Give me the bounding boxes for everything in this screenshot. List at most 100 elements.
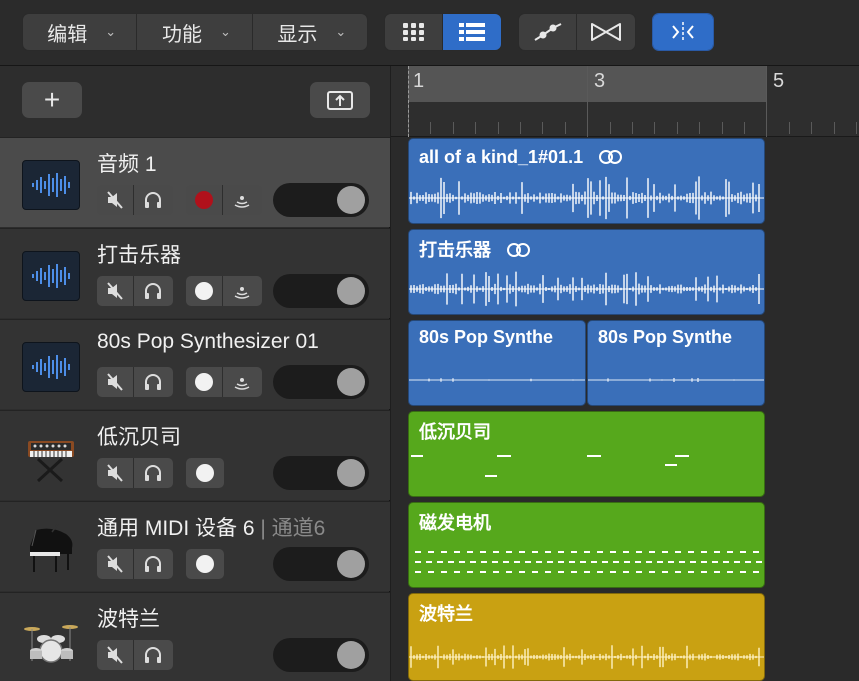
ruler-tick — [766, 122, 768, 134]
volume-knob[interactable] — [337, 459, 365, 487]
record-dot-icon — [195, 191, 213, 209]
midi-note — [646, 561, 652, 563]
speaker-muted-icon — [107, 191, 123, 209]
volume-knob[interactable] — [337, 550, 365, 578]
volume-slider[interactable] — [273, 547, 369, 581]
track-name[interactable]: 低沉贝司 — [97, 421, 181, 451]
midi-note — [558, 571, 564, 573]
track-name[interactable]: 打击乐器 — [97, 239, 181, 269]
automation-button[interactable] — [519, 14, 577, 50]
record-dot-icon — [195, 373, 213, 391]
catch-playhead-icon — [672, 22, 694, 42]
timeline-ruler[interactable]: 1 3 5 — [391, 66, 859, 137]
mute-button[interactable] — [97, 640, 134, 670]
audio-region[interactable]: all of a kind_1#01.1 — [408, 138, 765, 224]
volume-knob[interactable] — [337, 368, 365, 396]
midi-note — [411, 455, 423, 457]
ruler-tick — [699, 122, 701, 134]
midi-note — [415, 551, 421, 553]
midi-note — [753, 571, 759, 573]
mute-button[interactable] — [97, 367, 134, 397]
midi-note — [481, 561, 487, 563]
midi-note — [597, 571, 603, 573]
midi-note — [701, 571, 707, 573]
headphones-icon — [144, 283, 161, 299]
mute-button[interactable] — [97, 185, 134, 215]
catch-playhead-button[interactable] — [653, 14, 713, 50]
waveform — [588, 378, 764, 382]
add-track-button[interactable]: + — [22, 82, 82, 118]
input-monitor-button[interactable] — [223, 276, 260, 306]
track-row[interactable]: 低沉贝司 — [0, 410, 390, 500]
track-name[interactable]: 音频 1 — [97, 148, 157, 178]
volume-slider[interactable] — [273, 274, 369, 308]
track-channel-label: | 通道6 — [254, 517, 326, 540]
midi-note — [437, 561, 443, 563]
volume-slider[interactable] — [273, 638, 369, 672]
track-name[interactable]: 通用 MIDI 设备 6 | 通道6 — [97, 512, 325, 542]
solo-button[interactable] — [134, 458, 171, 488]
edit-menu-button[interactable]: 编辑 ⌄ — [23, 14, 138, 50]
grid-view-button[interactable] — [385, 14, 443, 50]
tracks-area[interactable]: 1 3 5 all of a kind_1#01.1 打击乐器 80s Pop … — [391, 66, 859, 681]
track-name[interactable]: 80s Pop Synthesizer 01 — [97, 330, 319, 354]
volume-knob[interactable] — [337, 186, 365, 214]
waveform — [409, 176, 764, 220]
track-row[interactable]: 通用 MIDI 设备 6 | 通道6 — [0, 501, 390, 591]
volume-knob[interactable] — [337, 277, 365, 305]
mute-button[interactable] — [97, 458, 134, 488]
track-row[interactable]: 音频 1 — [0, 137, 390, 227]
mute-button[interactable] — [97, 276, 134, 306]
input-monitor-button[interactable] — [223, 185, 260, 215]
midi-note — [569, 561, 575, 563]
solo-button[interactable] — [134, 185, 171, 215]
track-name-label: 打击乐器 — [97, 244, 181, 267]
midi-note — [492, 561, 498, 563]
track-row[interactable]: 波特兰 — [0, 592, 390, 681]
solo-button[interactable] — [134, 276, 171, 306]
ruler-tick — [564, 122, 566, 134]
track-name-label: 通用 MIDI 设备 6 — [97, 517, 255, 540]
track-row[interactable]: 打击乐器 — [0, 228, 390, 318]
empty-lane-area[interactable] — [766, 137, 859, 681]
midi-region[interactable]: 磁发电机 — [408, 502, 765, 588]
record-enable-button[interactable] — [186, 367, 223, 397]
headphones-icon — [144, 374, 161, 390]
solo-button[interactable] — [134, 640, 171, 670]
volume-slider[interactable] — [273, 183, 369, 217]
input-monitor-button[interactable] — [223, 367, 260, 397]
track-row[interactable]: 80s Pop Synthesizer 01 — [0, 319, 390, 409]
solo-button[interactable] — [134, 367, 171, 397]
midi-note — [745, 561, 751, 563]
audio-region[interactable]: 打击乐器 — [408, 229, 765, 315]
solo-button[interactable] — [134, 549, 171, 579]
audio-region[interactable]: 80s Pop Synthe — [587, 320, 765, 406]
midi-region[interactable]: 低沉贝司 — [408, 411, 765, 497]
mute-button[interactable] — [97, 549, 134, 579]
volume-slider[interactable] — [273, 456, 369, 490]
midi-note — [613, 561, 619, 563]
functions-menu-button[interactable]: 功能 ⌄ — [137, 14, 253, 50]
midi-note — [493, 551, 499, 553]
record-enable-button[interactable] — [186, 458, 223, 488]
midi-note — [688, 551, 694, 553]
track-name[interactable]: 波特兰 — [97, 603, 160, 633]
upload-button[interactable] — [310, 82, 370, 118]
volume-slider[interactable] — [273, 365, 369, 399]
audio-region[interactable]: 80s Pop Synthe — [408, 320, 586, 406]
tracks-view-button[interactable] — [443, 14, 501, 50]
volume-knob[interactable] — [337, 641, 365, 669]
midi-note — [558, 551, 564, 553]
bar-number: 1 — [413, 70, 425, 92]
record-enable-button[interactable] — [186, 276, 223, 306]
chevron-down-icon: ⌄ — [105, 24, 117, 39]
drummer-region[interactable]: 波特兰 — [408, 593, 765, 681]
edit-mode-group — [518, 13, 636, 51]
record-enable-button[interactable] — [186, 185, 223, 215]
playhead[interactable] — [408, 66, 409, 137]
ruler-tick — [654, 122, 656, 134]
flex-time-button[interactable] — [577, 14, 635, 50]
record-enable-button[interactable] — [186, 549, 223, 579]
view-menu-button[interactable]: 显示 ⌄ — [253, 14, 367, 50]
midi-note — [519, 551, 525, 553]
